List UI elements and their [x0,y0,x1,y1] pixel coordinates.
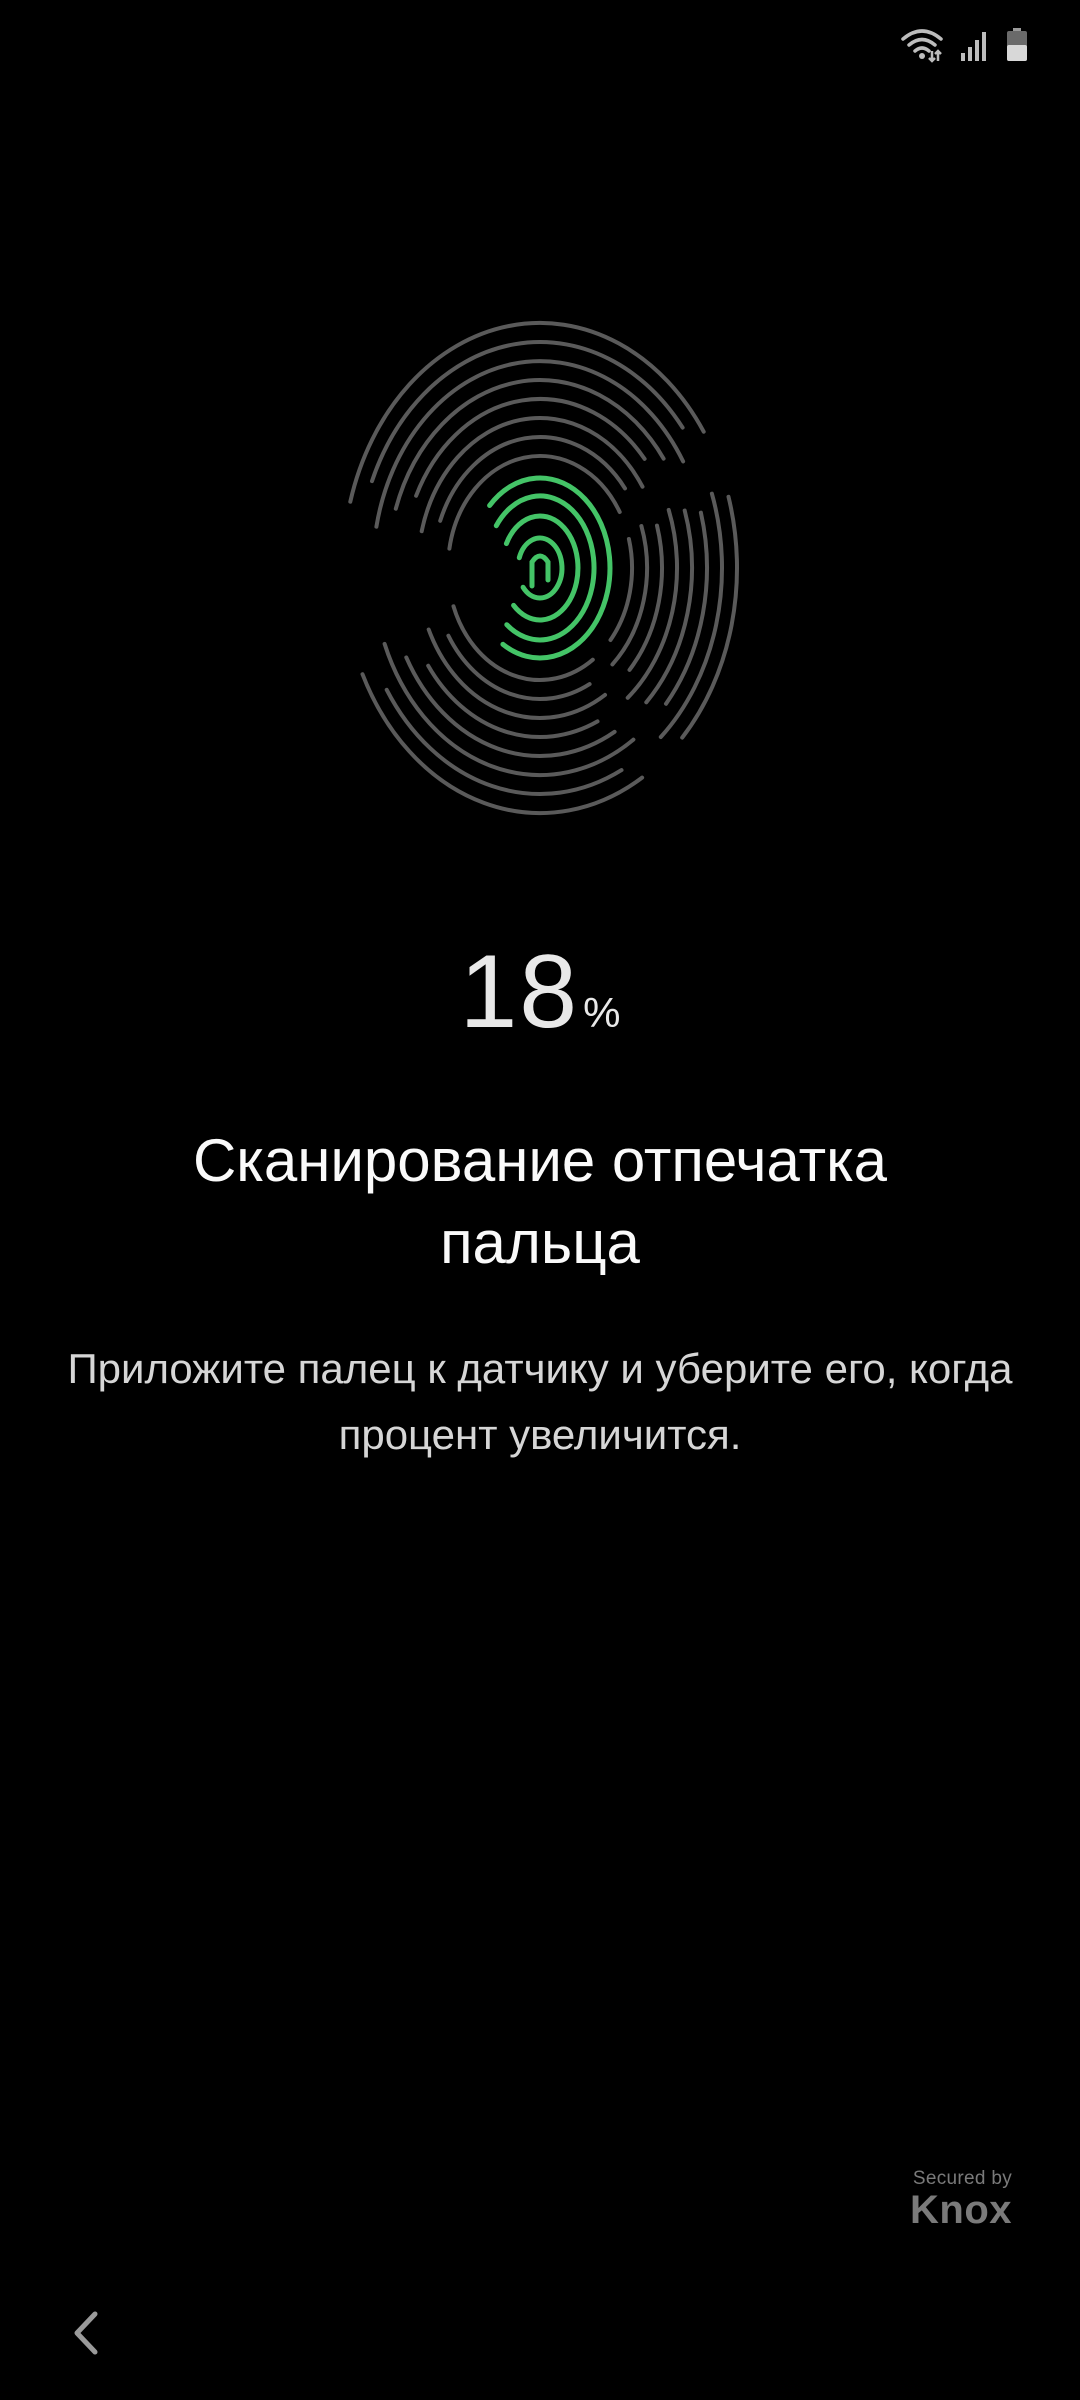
fingerprint-core-ridge [503,513,581,623]
fingerprint-ridge [608,537,634,642]
page-title: Сканирование отпечатка пальца [192,1127,888,1276]
knox-secured-by: Secured by [912,2168,1012,2189]
progress-value: 18 [459,934,580,1050]
battery-icon [1006,28,1028,62]
fingerprint-ridge [382,641,636,777]
status-bar [900,22,1028,68]
fingerprint-ridge [360,672,645,815]
fingerprint-ridge [447,454,622,551]
chevron-left-icon [67,2308,103,2363]
fingerprint-icon [335,300,745,850]
fingerprint-ridge [374,359,686,529]
back-button[interactable] [50,2300,120,2370]
instruction-text: Приложите палец к датчику и уберите его,… [67,1345,1013,1458]
scan-progress: 18% [0,940,1080,1044]
fingerprint-core-ridge [516,535,565,601]
progress-unit: % [583,989,621,1036]
fingerprint-core-ridge [529,553,551,589]
wifi-icon [900,27,944,63]
knox-badge: Secured by Knox [910,2168,1012,2230]
signal-icon [960,29,990,61]
knox-brand: Knox [910,2188,1012,2232]
